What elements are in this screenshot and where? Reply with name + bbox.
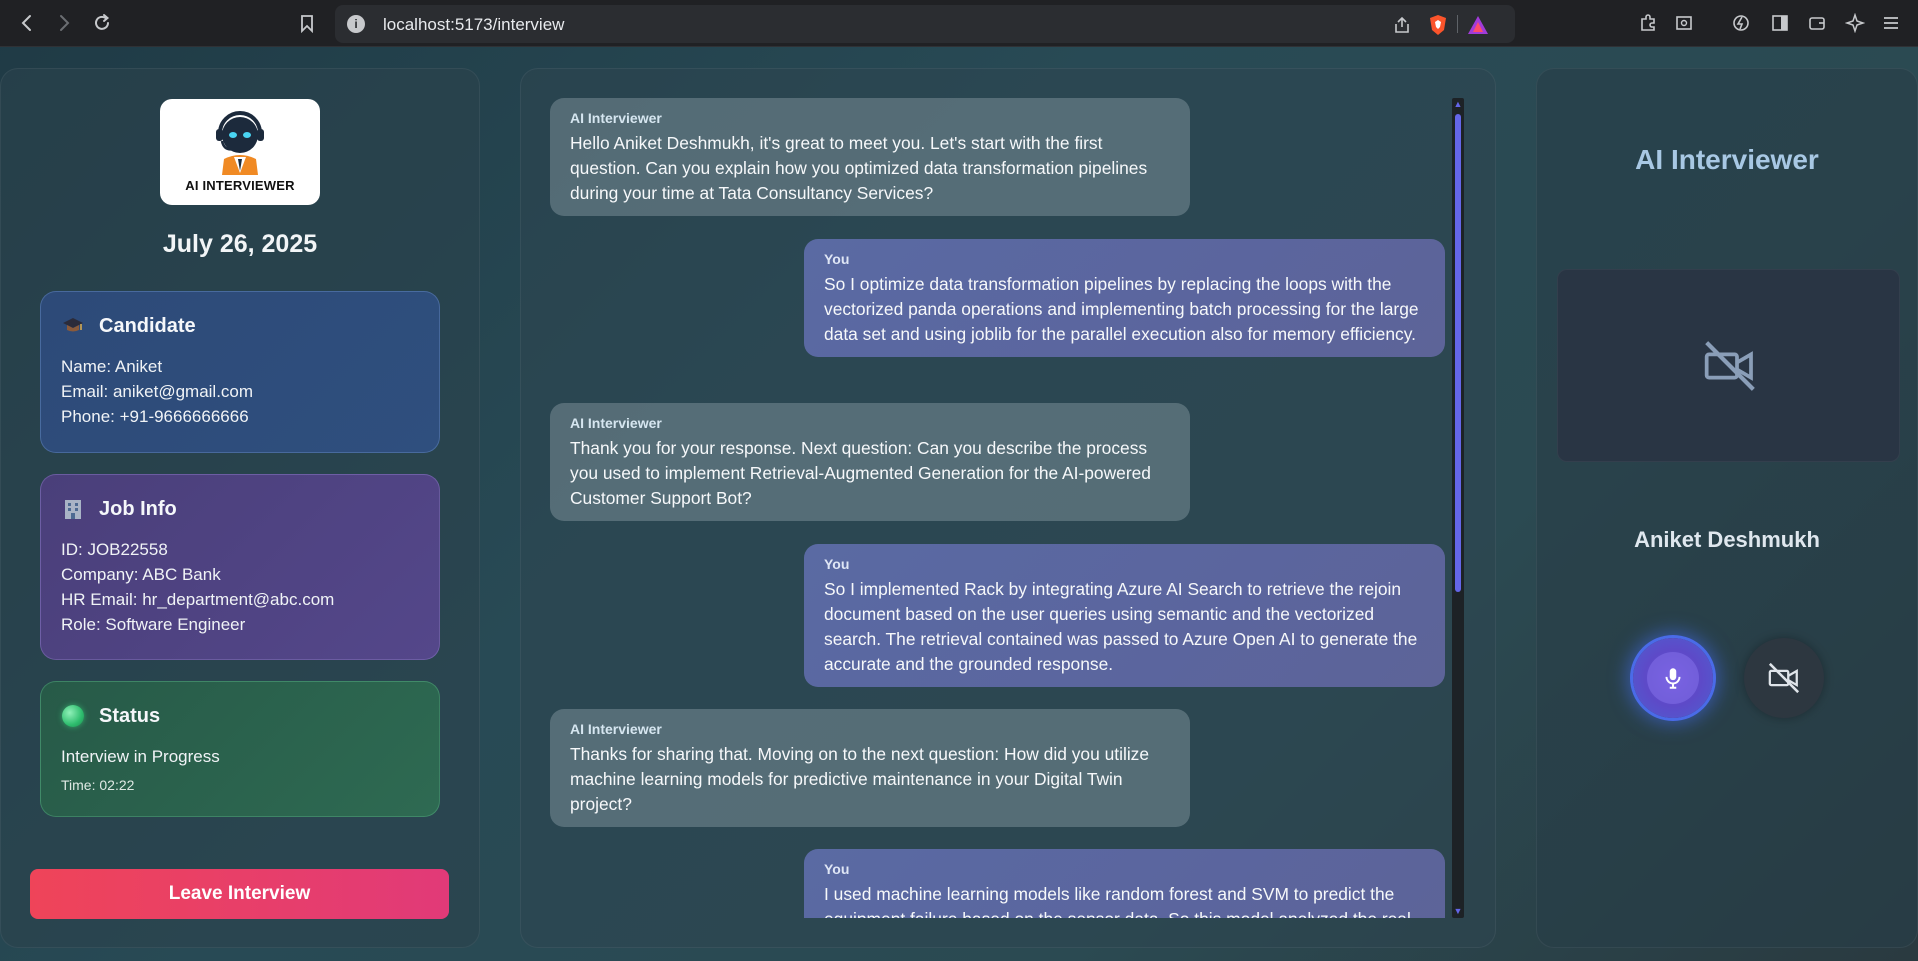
site-info-icon[interactable]: i bbox=[347, 15, 365, 33]
message-sender: You bbox=[824, 556, 850, 572]
graduation-cap-icon bbox=[61, 314, 85, 338]
chat-message-ai: AI Interviewer Thank you for your respon… bbox=[550, 403, 1190, 521]
green-circle-icon bbox=[61, 704, 85, 728]
microphone-toggle-button[interactable] bbox=[1633, 638, 1713, 718]
leo-icon[interactable] bbox=[1727, 9, 1755, 37]
candidate-email: Email: aniket@gmail.com bbox=[61, 382, 254, 401]
chat-scrollbar-thumb[interactable] bbox=[1455, 114, 1461, 592]
job-hr-email: HR Email: hr_department@abc.com bbox=[61, 590, 335, 609]
message-text: Thanks for sharing that. Moving on to th… bbox=[570, 744, 1150, 814]
address-bar[interactable]: i localhost:5173/interview bbox=[335, 5, 1515, 43]
message-sender: You bbox=[824, 861, 850, 877]
camera-toggle-button[interactable] bbox=[1744, 638, 1824, 718]
scroll-up-arrow-icon[interactable]: ▲ bbox=[1453, 100, 1463, 109]
status-card: Status Interview in Progress Time: 02:22 bbox=[40, 681, 440, 817]
ai-interviewer-title: AI Interviewer bbox=[1635, 144, 1819, 175]
candidate-phone: Phone: +91-9666666666 bbox=[61, 407, 249, 426]
candidate-name: Name: Aniket bbox=[61, 357, 163, 376]
share-icon[interactable] bbox=[1391, 14, 1413, 36]
message-text: Hello Aniket Deshmukh, it's great to mee… bbox=[570, 133, 1148, 203]
video-panel bbox=[1536, 68, 1918, 948]
elapsed-time: Time: 02:22 bbox=[61, 777, 135, 793]
message-text: So I implemented Rack by integrating Azu… bbox=[824, 579, 1418, 674]
reader-icon[interactable] bbox=[1670, 9, 1698, 37]
camera-off-icon bbox=[1704, 341, 1755, 391]
browser-toolbar: i localhost:5173/interview bbox=[0, 0, 1918, 47]
status-text: Interview in Progress bbox=[61, 747, 220, 766]
message-sender: AI Interviewer bbox=[570, 721, 662, 737]
chat-message-you: You So I optimize data transformation pi… bbox=[804, 239, 1445, 357]
app-logo: AI INTERVIEWER bbox=[160, 99, 320, 205]
brave-shield-icon[interactable] bbox=[1427, 14, 1449, 36]
camera-off-icon bbox=[1768, 662, 1800, 694]
brave-rewards-icon[interactable] bbox=[1467, 14, 1489, 36]
bookmark-icon[interactable] bbox=[293, 9, 321, 37]
leave-interview-button[interactable]: Leave Interview bbox=[30, 869, 449, 919]
status-card-header: Status bbox=[61, 704, 419, 728]
scroll-down-arrow-icon[interactable]: ▼ bbox=[1453, 907, 1463, 916]
candidate-card-title: Candidate bbox=[99, 314, 196, 337]
extensions-icon[interactable] bbox=[1634, 9, 1662, 37]
job-card-header: Job Info bbox=[61, 497, 419, 521]
message-text: Thank you for your response. Next questi… bbox=[570, 438, 1151, 508]
message-text: So I optimize data transformation pipeli… bbox=[824, 274, 1419, 344]
status-card-title: Status bbox=[99, 704, 161, 727]
robot-headset-icon bbox=[216, 111, 264, 175]
chat-message-ai: AI Interviewer Thanks for sharing that. … bbox=[550, 709, 1190, 827]
logo-text: AI INTERVIEWER bbox=[185, 178, 295, 193]
chat-message-ai: AI Interviewer Hello Aniket Deshmukh, it… bbox=[550, 98, 1190, 216]
job-info-card: Job Info ID: JOB22558 Company: ABC Bank … bbox=[40, 474, 440, 660]
office-building-icon bbox=[61, 497, 85, 521]
candidate-card-header: Candidate bbox=[61, 314, 419, 338]
job-role: Role: Software Engineer bbox=[61, 615, 246, 634]
interview-date: July 26, 2025 bbox=[162, 230, 318, 258]
wallet-icon[interactable] bbox=[1803, 9, 1831, 37]
chat-message-you: You So I implemented Rack by integrating… bbox=[804, 544, 1445, 687]
message-sender: AI Interviewer bbox=[570, 110, 662, 126]
url-text[interactable]: localhost:5173/interview bbox=[383, 15, 564, 35]
candidate-card: Candidate Name: Aniket Email: aniket@gma… bbox=[40, 291, 440, 453]
chat-message-you: You I used machine learning models like … bbox=[804, 849, 1445, 918]
message-sender: You bbox=[824, 251, 850, 267]
message-sender: AI Interviewer bbox=[570, 415, 662, 431]
message-text: I used machine learning models like rand… bbox=[824, 884, 1411, 918]
microphone-icon bbox=[1665, 668, 1681, 689]
video-preview bbox=[1557, 269, 1900, 462]
menu-icon[interactable] bbox=[1877, 9, 1905, 37]
candidate-display-name: Aniket Deshmukh bbox=[1634, 527, 1820, 552]
job-card-title: Job Info bbox=[99, 497, 177, 520]
reload-icon[interactable] bbox=[88, 9, 116, 37]
ai-icon[interactable] bbox=[1841, 9, 1869, 37]
sidebar-icon[interactable] bbox=[1766, 9, 1794, 37]
job-id: ID: JOB22558 bbox=[61, 540, 168, 559]
forward-icon[interactable] bbox=[50, 9, 78, 37]
chat-transcript[interactable]: AI Interviewer Hello Aniket Deshmukh, it… bbox=[550, 98, 1445, 918]
job-company: Company: ABC Bank bbox=[61, 565, 221, 584]
chat-scrollbar[interactable]: ▲ ▼ bbox=[1452, 98, 1464, 918]
back-icon[interactable] bbox=[13, 9, 41, 37]
